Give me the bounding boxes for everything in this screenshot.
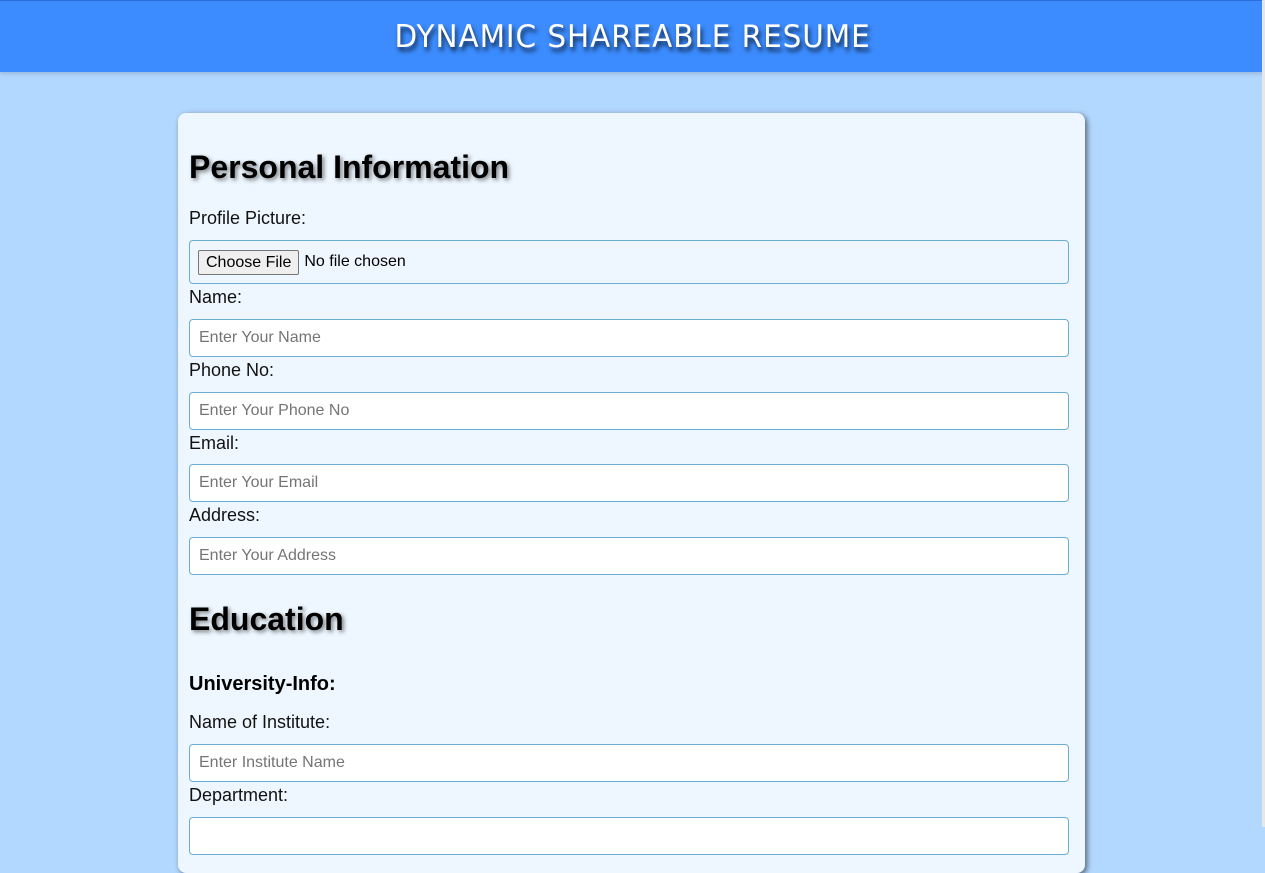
app-header: DYNAMIC SHAREABLE RESUME <box>0 0 1265 72</box>
file-status-text: No file chosen <box>304 253 406 270</box>
profile-picture-input[interactable]: Choose File No file chosen <box>189 240 1069 284</box>
email-label: Email: <box>189 433 240 453</box>
address-label: Address: <box>189 505 261 525</box>
address-input[interactable] <box>189 537 1069 575</box>
name-input[interactable] <box>189 319 1069 357</box>
phone-label: Phone No: <box>189 360 275 380</box>
resume-form: Personal Information Profile Picture: Ch… <box>178 113 1085 873</box>
personal-info-heading: Personal Information <box>189 149 510 185</box>
institute-input[interactable] <box>189 744 1069 782</box>
choose-file-button[interactable]: Choose File <box>198 249 300 275</box>
profile-picture-label: Profile Picture: <box>189 208 307 228</box>
university-info-heading: University-Info: <box>189 673 336 695</box>
phone-input[interactable] <box>189 392 1069 430</box>
name-label: Name: <box>189 287 243 307</box>
institute-label: Name of Institute: <box>189 712 331 732</box>
department-label: Department: <box>189 785 289 805</box>
department-input[interactable] <box>189 817 1069 855</box>
education-heading: Education <box>189 601 344 637</box>
email-input[interactable] <box>189 464 1069 502</box>
page-title: DYNAMIC SHAREABLE RESUME <box>394 18 871 55</box>
